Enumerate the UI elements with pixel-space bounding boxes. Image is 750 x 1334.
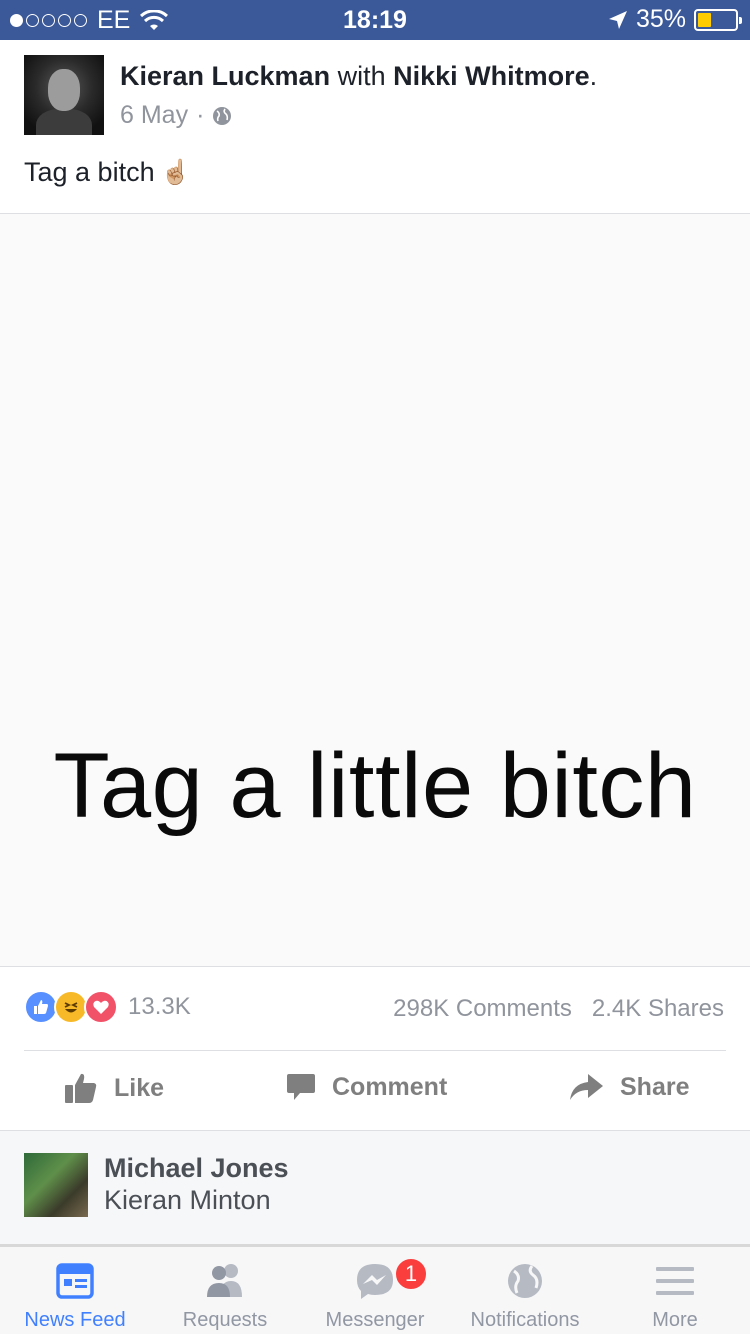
share-arrow-icon [570,1074,603,1100]
meta-separator: · [196,101,205,129]
post-text: Tag a bitch ☝🏼 [24,157,190,188]
engagement-counts: 298K Comments 2.4K Shares [393,995,724,1023]
haha-reaction-icon [54,990,88,1024]
globe-icon [508,1264,542,1298]
comment-bubble-icon [287,1074,315,1100]
battery-icon [694,8,742,31]
share-button[interactable]: Share [568,1072,689,1102]
globe-icon [213,106,232,125]
comment-text: Kieran Minton [104,1185,271,1215]
post-actions: Like Comment Share [0,1052,750,1130]
post-caption: Tag a bitch [24,157,155,187]
like-label: Like [114,1073,165,1102]
image-caption-text: Tag a little bitch [53,735,697,837]
requests-icon [207,1264,242,1297]
tab-label: Notifications [470,1309,580,1331]
tab-messenger[interactable]: 1 Messenger [300,1247,450,1334]
comment-label: Comment [332,1072,448,1101]
tab-label: News Feed [24,1309,126,1331]
battery-info: 35% [608,5,742,34]
bottom-tab-bar: News Feed Requests 1 Messenger Notificat… [0,1244,750,1334]
divider [0,966,750,967]
battery-percent: 35% [635,5,686,33]
post-meta: 6 May · [120,101,232,130]
reactions-summary[interactable]: 13.3K [24,990,191,1024]
news-feed-icon [56,1263,94,1299]
comment-preview[interactable]: Michael Jones Kieran Minton [0,1131,750,1244]
tab-label: More [652,1309,698,1331]
like-reaction-icon [24,990,58,1024]
tab-notifications[interactable]: Notifications [450,1247,600,1334]
messenger-badge: 1 [394,1257,428,1291]
divider [24,1050,726,1051]
commenter-avatar[interactable] [24,1153,88,1217]
with-word: with [337,61,386,91]
pointing-finger-emoji: ☝🏼 [160,159,191,186]
post-date[interactable]: 6 May [120,101,188,130]
share-label: Share [620,1072,690,1101]
tab-requests[interactable]: Requests [150,1247,300,1334]
comment-button[interactable]: Comment [286,1072,447,1102]
commenter-name[interactable]: Michael Jones [104,1153,289,1184]
post-image[interactable]: Tag a little bitch [0,214,750,966]
like-button[interactable]: Like [64,1072,164,1104]
author-line: Kieran Luckman with Nikki Whitmore. [120,61,598,91]
shares-count[interactable]: 2.4K Shares [592,995,724,1023]
reaction-count: 13.3K [128,993,191,1020]
tab-more[interactable]: More [600,1247,750,1334]
tab-news-feed[interactable]: News Feed [0,1247,150,1334]
post-header: Kieran Luckman with Nikki Whitmore. 6 Ma… [24,55,724,135]
love-reaction-icon [84,990,118,1024]
thumbs-up-icon [65,1073,97,1103]
status-bar: EE 18:19 35% [0,0,750,40]
tab-label: Messenger [325,1309,425,1331]
author-name[interactable]: Kieran Luckman [120,61,330,91]
menu-icon [656,1267,694,1295]
author-avatar[interactable] [24,55,104,135]
battery-fill [698,12,711,27]
messenger-icon [357,1264,393,1299]
location-arrow-icon [608,10,627,29]
comments-count[interactable]: 298K Comments [393,995,572,1023]
tab-label: Requests [182,1309,268,1331]
tagged-name[interactable]: Nikki Whitmore [393,61,590,91]
